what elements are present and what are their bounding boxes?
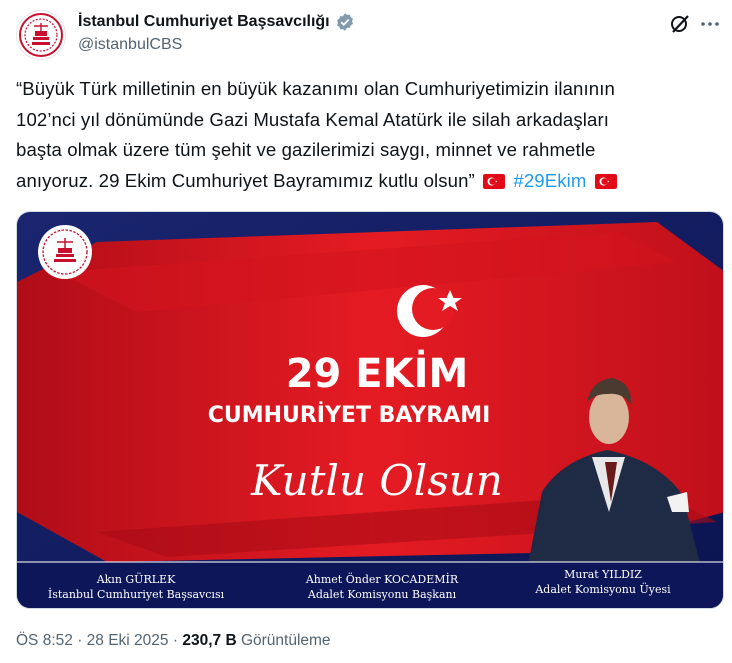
poster-seal-icon (38, 225, 92, 279)
turkey-flag-icon (594, 173, 617, 189)
meta-separator: · (172, 632, 179, 649)
tweet-text-line: 102’nci yıl dönümünde Gazi Mustafa Kemal… (16, 108, 610, 130)
poster-subheadline: CUMHURİYET BAYRAMI (208, 402, 491, 428)
hashtag-link[interactable]: #29Ekim (513, 170, 586, 191)
signature-title: Adalet Komisyonu Başkanı (307, 588, 457, 601)
tweet-date[interactable]: 28 Eki 2025 (87, 632, 169, 649)
tweet-text-line: başta olmak üzere tüm şehit ve gazilerim… (16, 139, 596, 160)
signature-name: Ahmet Önder KOCADEMİR (305, 572, 459, 586)
tweet-meta: ÖS 8:52 · 28 Eki 2025 · 230,7 B Görüntül… (16, 632, 331, 650)
account-name-row: İstanbul Cumhuriyet Başsavcılığı (78, 12, 355, 32)
verified-badge-icon (336, 13, 353, 31)
tweet-time[interactable]: ÖS 8:52 (16, 632, 73, 649)
signature-title: Adalet Komisyonu Üyesi (534, 582, 671, 596)
tweet-text: “Büyük Türk milletinin en büyük kazanımı… (16, 74, 716, 196)
prosecutor-seal-icon (19, 13, 63, 57)
signature-name: Murat YILDIZ (564, 568, 642, 581)
tweet-text-line: anıyoruz. 29 Ekim Cumhuriyet Bayramımız … (16, 166, 716, 197)
meta-separator: · (77, 632, 83, 649)
account-name[interactable]: İstanbul Cumhuriyet Başsavcılığı (78, 13, 330, 31)
views-label: Görüntüleme (240, 632, 331, 649)
tweet-text-line: “Büyük Türk milletinin en büyük kazanımı… (16, 78, 615, 99)
tweet-header: İstanbul Cumhuriyet Başsavcılığı @istanb… (16, 8, 722, 62)
account-handle[interactable]: @istanbulCBS (78, 36, 182, 54)
signature-name: Akın GÜRLEK (96, 572, 176, 586)
poster-script-text: Kutlu Olsun (250, 456, 503, 505)
avatar[interactable] (16, 10, 66, 60)
views-count: 230,7 B (182, 632, 237, 649)
signature-title: İstanbul Cumhuriyet Başsavcısı (48, 587, 225, 601)
tweet-text-segment: anıyoruz. 29 Ekim Cumhuriyet Bayramımız … (16, 169, 475, 191)
republic-day-poster: 29 EKİM CUMHURİYET BAYRAMI Kutlu Olsun A… (17, 212, 723, 608)
turkey-flag-icon (483, 173, 506, 189)
grok-icon[interactable] (668, 12, 692, 36)
more-icon[interactable] (698, 12, 722, 36)
poster-headline: 29 EKİM (286, 349, 469, 397)
tweet-media-image[interactable]: 29 EKİM CUMHURİYET BAYRAMI Kutlu Olsun A… (16, 211, 724, 609)
